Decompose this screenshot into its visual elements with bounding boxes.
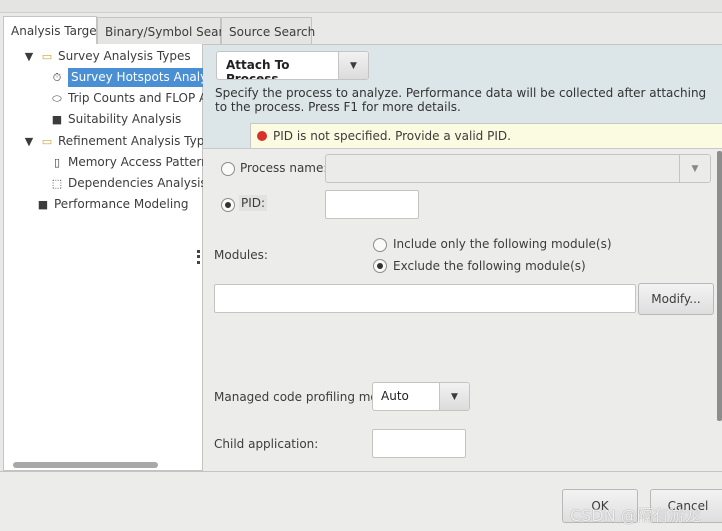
stopwatch-icon: ⏱ bbox=[52, 71, 62, 84]
managed-mode-label: Managed code profiling mode: bbox=[214, 390, 397, 404]
tree-item-memory-access[interactable]: ▯ Memory Access Patterns A bbox=[50, 153, 227, 172]
tree-item-survey-hotspots[interactable]: ⏱ Survey Hotspots Analysis bbox=[50, 68, 227, 87]
folder-icon: ▭ bbox=[41, 135, 53, 148]
puzzle-icon: ■ bbox=[37, 198, 49, 211]
warning-text: PID is not specified. Provide a valid PI… bbox=[273, 129, 511, 143]
dependencies-icon: ⬚ bbox=[51, 177, 63, 190]
modify-button[interactable]: Modify... bbox=[638, 283, 714, 315]
horizontal-scrollbar[interactable] bbox=[13, 462, 158, 468]
expand-arrow-icon[interactable]: ▼ bbox=[22, 47, 36, 66]
warning-banner: PID is not specified. Provide a valid PI… bbox=[250, 123, 722, 148]
tree-item-label: Suitability Analysis bbox=[68, 112, 182, 126]
tree-item-trip-counts[interactable]: ⬭ Trip Counts and FLOP Ana bbox=[50, 89, 222, 108]
folder-icon: ▭ bbox=[41, 50, 53, 63]
loop-icon: ⬭ bbox=[52, 92, 62, 105]
watermark: CSDN @隔有游龙 bbox=[570, 506, 701, 525]
include-modules-radio[interactable] bbox=[373, 238, 387, 252]
process-name-dropdown[interactable]: ▼ bbox=[325, 154, 711, 183]
chevron-down-icon[interactable]: ▼ bbox=[338, 52, 368, 79]
process-name-label: Process name: bbox=[240, 161, 328, 175]
launch-mode-value: Attach To Process bbox=[226, 58, 290, 80]
process-name-radio[interactable] bbox=[221, 162, 235, 176]
launch-mode-dropdown[interactable]: Attach To Process ▼ bbox=[216, 51, 369, 80]
window-title-bar bbox=[0, 0, 722, 13]
splitter-handle[interactable] bbox=[197, 250, 200, 264]
modules-input[interactable] bbox=[214, 284, 636, 313]
modules-label: Modules: bbox=[214, 248, 268, 262]
tree-item-dependencies[interactable]: ⬚ Dependencies Analysis bbox=[50, 174, 207, 193]
memory-icon: ▯ bbox=[53, 156, 61, 169]
tree-item-label: Refinement Analysis Types bbox=[58, 134, 218, 148]
analysis-type-tree: ▼ ▭ Survey Analysis Types ⏱ Survey Hotspots… bbox=[3, 44, 227, 471]
chevron-down-icon[interactable]: ▼ bbox=[679, 155, 710, 182]
pid-radio[interactable] bbox=[221, 198, 235, 212]
error-icon bbox=[257, 131, 267, 141]
tree-item-survey-types[interactable]: ▼ ▭ Survey Analysis Types bbox=[22, 47, 191, 66]
header-area: Attach To Process ▼ Specify the process … bbox=[203, 45, 722, 149]
tab-analysis-target[interactable]: Analysis Target bbox=[3, 16, 101, 45]
managed-mode-dropdown[interactable]: Auto ▼ bbox=[372, 382, 470, 411]
chevron-down-icon[interactable]: ▼ bbox=[439, 383, 469, 410]
tree-item-label: Dependencies Analysis bbox=[68, 176, 207, 190]
child-application-label: Child application: bbox=[214, 437, 319, 451]
tree-item-label: Survey Analysis Types bbox=[58, 49, 191, 63]
target-settings-panel: Attach To Process ▼ Specify the process … bbox=[203, 44, 722, 471]
managed-mode-value: Auto bbox=[381, 389, 409, 403]
description-text: Specify the process to analyze. Performa… bbox=[215, 86, 707, 114]
process-name-value bbox=[326, 155, 679, 182]
include-modules-label: Include only the following module(s) bbox=[393, 237, 612, 251]
expand-arrow-icon[interactable]: ▼ bbox=[22, 132, 36, 151]
exclude-modules-label: Exclude the following module(s) bbox=[393, 259, 586, 273]
tree-item-refinement-types[interactable]: ▼ ▭ Refinement Analysis Types bbox=[22, 132, 218, 151]
exclude-modules-radio[interactable] bbox=[373, 259, 387, 273]
pid-label: PID: bbox=[239, 195, 268, 211]
tree-item-label: Performance Modeling bbox=[54, 197, 189, 211]
tab-source-search[interactable]: Source Search bbox=[221, 17, 315, 45]
vertical-scrollbar[interactable] bbox=[717, 151, 722, 421]
tree-item-performance-modeling[interactable]: ■ Performance Modeling bbox=[36, 195, 189, 214]
tab-binary-symbol-search[interactable]: Binary/Symbol Search bbox=[97, 17, 237, 45]
pid-input[interactable] bbox=[325, 190, 419, 219]
child-application-input[interactable] bbox=[372, 429, 466, 458]
puzzle-icon: ■ bbox=[51, 113, 63, 126]
tree-item-suitability[interactable]: ■ Suitability Analysis bbox=[50, 110, 182, 129]
tree-item-label: Trip Counts and FLOP Ana bbox=[68, 91, 223, 105]
